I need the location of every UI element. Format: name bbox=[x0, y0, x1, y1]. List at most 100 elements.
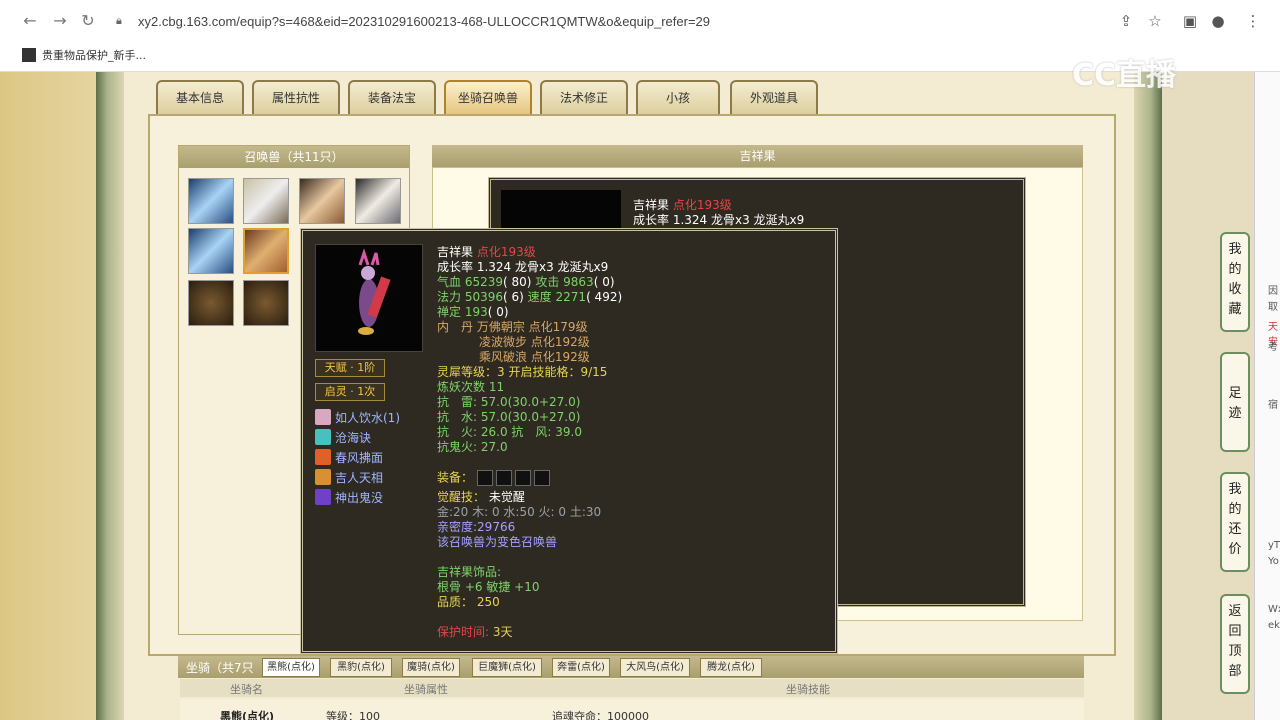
tooltip-res-fire: 抗 火: 26.0 抗 风: 39.0 bbox=[437, 425, 582, 439]
adjacent-text: yT bbox=[1268, 540, 1280, 551]
tab-attributes[interactable]: 属性抗性 bbox=[252, 80, 340, 114]
bookmark-label: 贵重物品保护_新手... bbox=[42, 49, 146, 62]
mount-tab[interactable]: 黑豹(点化) bbox=[330, 658, 392, 677]
adjacent-text: Yo bbox=[1268, 556, 1279, 567]
browser-toolbar: ← → ↻ 🔒︎ xy2.cbg.163.com/equip?s=468&eid… bbox=[0, 0, 1280, 42]
profile-icon[interactable]: ● bbox=[1208, 11, 1228, 31]
adjacent-text: ek bbox=[1268, 620, 1280, 631]
tab-child[interactable]: 小孩 bbox=[636, 80, 720, 114]
my-favorites-button[interactable]: 我的收藏 bbox=[1220, 232, 1250, 332]
mount-tab[interactable]: 巨魔狮(点化) bbox=[472, 658, 542, 677]
tab-equipment[interactable]: 装备法宝 bbox=[348, 80, 436, 114]
my-offers-button[interactable]: 我的还价 bbox=[1220, 472, 1250, 572]
skill-item[interactable]: 吉人天相 bbox=[315, 468, 383, 486]
skill-sea-icon bbox=[315, 429, 331, 445]
skill-wind-icon bbox=[315, 449, 331, 465]
skill-item[interactable]: 春风拂面 bbox=[315, 448, 383, 466]
equip-collar-icon[interactable] bbox=[476, 470, 493, 486]
mount-tab[interactable]: 黑熊(点化) bbox=[262, 658, 320, 677]
mount-row-skill: 追魂夺命：100000 bbox=[552, 710, 649, 720]
tooltip-name-line: 吉祥果 点化193级 bbox=[437, 245, 536, 259]
skill-item[interactable]: 沧海诀 bbox=[315, 428, 371, 446]
tooltip-ornament-title: 吉祥果饰品: bbox=[437, 565, 502, 579]
tooltip-inner-3: 乘风破浪 点化192级 bbox=[479, 350, 590, 364]
mount-row-name: 黑熊(点化) bbox=[220, 710, 275, 720]
tooltip-inner-1: 内 丹 万佛朝宗 点化179级 bbox=[437, 320, 588, 334]
adjacent-text: 取 bbox=[1268, 302, 1278, 313]
col-mount-skill: 坐骑技能 bbox=[786, 683, 830, 696]
pet-image bbox=[501, 190, 621, 230]
adjacent-text: 因 bbox=[1268, 286, 1278, 297]
col-mount-name: 坐骑名 bbox=[230, 683, 263, 696]
mount-tab[interactable]: 腾龙(点化) bbox=[700, 658, 762, 677]
stream-watermark: CC直播 bbox=[1072, 58, 1177, 93]
equip-charm-icon[interactable] bbox=[533, 470, 550, 486]
history-button[interactable]: 足迹 bbox=[1220, 352, 1250, 452]
tab-mount-pets[interactable]: 坐骑召唤兽 bbox=[444, 80, 532, 114]
pet-thumbnail[interactable] bbox=[243, 178, 289, 224]
tooltip-elements: 金:20 木: 0 水:50 火: 0 土:30 bbox=[437, 505, 602, 519]
skill-water-icon bbox=[315, 409, 331, 425]
right-border bbox=[1134, 72, 1162, 720]
adjacent-text: 考 bbox=[1268, 342, 1278, 353]
bookmark-favicon-icon bbox=[22, 48, 36, 62]
tooltip-quality: 品质： 250 bbox=[437, 595, 500, 609]
reload-icon[interactable]: ↻ bbox=[78, 11, 98, 31]
skill-item[interactable]: 如人饮水(1) bbox=[315, 408, 400, 426]
pet-panel-title: 召唤兽（共11只） bbox=[179, 146, 409, 168]
pet-thumbnail-selected[interactable] bbox=[243, 228, 289, 274]
pet-thumbnail[interactable] bbox=[243, 280, 289, 326]
tooltip-equip: 装备： bbox=[437, 470, 553, 486]
mount-row-level: 等级：100 bbox=[326, 710, 380, 720]
sidebar-icon[interactable]: ▣ bbox=[1180, 11, 1200, 31]
mount-table-header: 坐骑名 坐骑属性 坐骑技能 bbox=[180, 679, 1084, 697]
talent-badge: 天赋 · 1阶 bbox=[315, 359, 385, 377]
mount-section-title: 坐骑（共7只 bbox=[186, 661, 254, 675]
pet-growth-line: 成长率 1.324 龙骨x3 龙涎丸x9 bbox=[633, 213, 805, 227]
lock-icon: 🔒︎ bbox=[116, 14, 122, 27]
back-to-top-button[interactable]: 返回顶部 bbox=[1220, 594, 1250, 694]
mount-tab[interactable]: 奔雷(点化) bbox=[552, 658, 610, 677]
pet-thumbnail[interactable] bbox=[188, 228, 234, 274]
tooltip-awaken: 觉醒技： 未觉醒 bbox=[437, 490, 525, 504]
forward-icon[interactable]: → bbox=[50, 11, 70, 31]
tooltip-protect: 保护时间: 3天 bbox=[437, 625, 513, 639]
skill-luck-icon bbox=[315, 469, 331, 485]
menu-icon[interactable]: ⋮ bbox=[1243, 11, 1263, 31]
tooltip-zen: 禅定 193( 0) bbox=[437, 305, 509, 319]
mount-table-row: 黑熊(点化) 等级：100 追魂夺命：100000 bbox=[180, 699, 1084, 720]
tooltip-intimacy: 亲密度:29766 bbox=[437, 520, 516, 534]
pet-thumbnail[interactable] bbox=[188, 178, 234, 224]
tooltip-inner-2: 凌波微步 点化192级 bbox=[479, 335, 590, 349]
back-icon[interactable]: ← bbox=[20, 11, 40, 31]
col-mount-attr: 坐骑属性 bbox=[404, 683, 448, 696]
pet-thumbnail[interactable] bbox=[188, 280, 234, 326]
address-bar[interactable]: 🔒︎ xy2.cbg.163.com/equip?s=468&eid=20231… bbox=[108, 8, 1174, 36]
equip-armor-icon[interactable] bbox=[495, 470, 512, 486]
tab-basic-info[interactable]: 基本信息 bbox=[156, 80, 244, 114]
bookmark-star-icon[interactable]: ☆ bbox=[1145, 11, 1165, 31]
left-border bbox=[96, 72, 124, 720]
qiling-badge: 启灵 · 1次 bbox=[315, 383, 385, 401]
mount-tab[interactable]: 魔骑(点化) bbox=[402, 658, 460, 677]
tooltip-demon: 炼妖次数 11 bbox=[437, 380, 505, 394]
pet-portrait bbox=[315, 244, 423, 352]
skill-ghost-icon bbox=[315, 489, 331, 505]
tooltip-growth: 成长率 1.324 龙骨x3 龙涎丸x9 bbox=[437, 260, 609, 274]
bookmark-item[interactable]: 贵重物品保护_新手... bbox=[22, 47, 146, 63]
tab-appearance[interactable]: 外观道具 bbox=[730, 80, 818, 114]
pet-thumbnail[interactable] bbox=[299, 178, 345, 224]
tooltip-spirit: 灵犀等级：3 开启技能格：9/15 bbox=[437, 365, 608, 379]
pet-thumbnail[interactable] bbox=[355, 178, 401, 224]
tooltip-res-thunder: 抗 雷: 57.0(30.0+27.0) bbox=[437, 395, 581, 409]
mount-tab[interactable]: 大风鸟(点化) bbox=[620, 658, 690, 677]
equip-ring-icon[interactable] bbox=[514, 470, 531, 486]
share-icon[interactable]: ⇪ bbox=[1116, 11, 1136, 31]
tooltip-res-water: 抗 水: 57.0(30.0+27.0) bbox=[437, 410, 581, 424]
tooltip-ornament-stats: 根骨 +6 敏捷 +10 bbox=[437, 580, 540, 594]
skill-item[interactable]: 神出鬼没 bbox=[315, 488, 383, 506]
tooltip-hp-atk: 气血 65239( 80) 攻击 9863( 0) bbox=[437, 275, 615, 289]
tab-spell-mods[interactable]: 法术修正 bbox=[540, 80, 628, 114]
tooltip-res-ghostfire: 抗鬼火: 27.0 bbox=[437, 440, 508, 454]
left-background bbox=[0, 72, 96, 720]
